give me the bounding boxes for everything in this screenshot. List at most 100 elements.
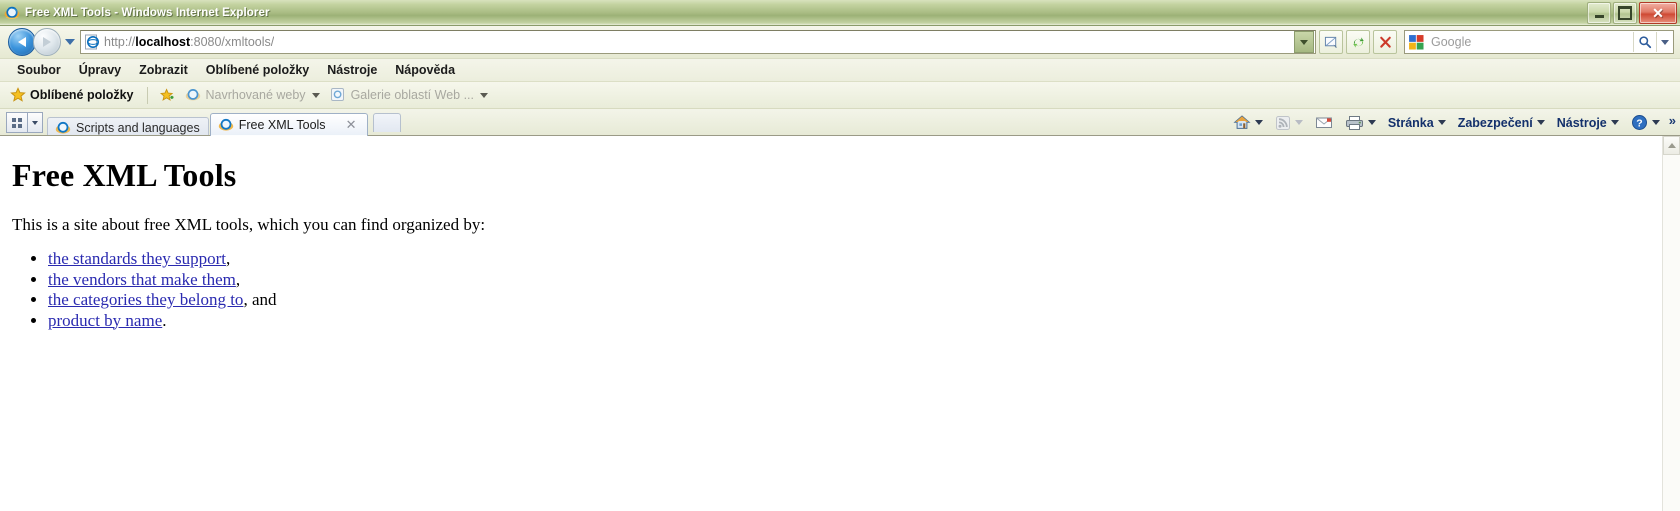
page-content: Free XML Tools This is a site about free…	[0, 136, 1662, 511]
menu-nastroje[interactable]: Nástroje	[318, 61, 386, 79]
favorites-bar: Oblíbené položky Navrhované weby Galerie…	[0, 82, 1680, 109]
ie-logo-icon	[4, 6, 20, 19]
link-product-by-name[interactable]: product by name	[48, 311, 162, 330]
menu-oblibene-polozky[interactable]: Oblíbené položky	[197, 61, 319, 79]
refresh-button[interactable]	[1346, 30, 1370, 54]
list-item-tail: ,	[226, 249, 231, 268]
search-placeholder: Google	[1431, 35, 1472, 49]
back-arrow-icon	[18, 37, 26, 47]
address-input[interactable]: http://localhost:8080/xmltools/	[80, 30, 1316, 54]
quick-tabs-button[interactable]	[6, 112, 27, 133]
chevron-down-icon[interactable]	[1651, 120, 1660, 125]
menu-zobrazit[interactable]: Zobrazit	[130, 61, 197, 79]
favorites-item-label: Navrhované weby	[205, 88, 306, 102]
menu-napoveda[interactable]: Nápověda	[386, 61, 464, 79]
history-dropdown-button[interactable]	[65, 39, 75, 45]
command-label: Zabezpečení	[1457, 115, 1533, 130]
ie-logo-icon	[185, 89, 200, 101]
printer-icon	[1345, 115, 1363, 130]
ie-browser-window: Free XML Tools - Windows Internet Explor…	[0, 0, 1680, 511]
command-zabezpeceni[interactable]: Zabezpečení	[1455, 114, 1548, 132]
minimize-icon	[1594, 15, 1604, 18]
star-icon	[10, 87, 26, 102]
close-icon: ✕	[1652, 5, 1664, 21]
link-vendors[interactable]: the vendors that make them	[48, 270, 236, 289]
compatibility-view-icon	[1324, 36, 1337, 48]
svg-text:?: ?	[1636, 117, 1642, 129]
link-categories[interactable]: the categories they belong to	[48, 290, 243, 309]
tab-bar: Scripts and languages Free XML Tools ✕ S…	[0, 109, 1680, 138]
tab-close-button[interactable]: ✕	[344, 117, 359, 133]
chevron-down-icon	[1437, 120, 1446, 125]
read-mail-button[interactable]	[1312, 113, 1336, 132]
forward-arrow-icon	[43, 37, 51, 47]
favorites-item-web-slice-gallery[interactable]: Galerie oblastí Web ...	[325, 85, 493, 105]
tab-free-xml-tools[interactable]: Free XML Tools ✕	[209, 113, 368, 136]
list-item-tail: , and	[243, 290, 277, 309]
menu-soubor[interactable]: Soubor	[8, 61, 70, 79]
tab-label: Scripts and languages	[76, 121, 200, 135]
stop-button[interactable]	[1373, 30, 1397, 54]
rss-feed-icon	[1275, 115, 1290, 130]
list-item: the vendors that make them,	[48, 270, 1652, 291]
chevron-down-icon[interactable]	[480, 92, 488, 98]
close-button[interactable]: ✕	[1639, 2, 1677, 24]
tab-list-button[interactable]	[27, 112, 43, 133]
chevron-down-icon	[32, 120, 38, 125]
command-stranka[interactable]: Stránka	[1385, 114, 1449, 132]
list-item: product by name.	[48, 311, 1652, 332]
command-label: Stránka	[1387, 115, 1434, 130]
scrollbar-track[interactable]	[1663, 155, 1680, 511]
vertical-scrollbar[interactable]	[1662, 136, 1680, 511]
restore-button[interactable]	[1613, 2, 1637, 24]
forward-button[interactable]	[33, 28, 61, 56]
list-item-tail: ,	[235, 269, 241, 289]
list-item: the standards they support,	[48, 249, 1652, 270]
new-tab-button[interactable]	[372, 113, 401, 132]
ie-logo-icon	[218, 118, 233, 131]
search-input[interactable]: Google	[1404, 30, 1674, 54]
favorites-center-button[interactable]: Oblíbené položky	[8, 85, 140, 105]
window-controls: ✕	[1587, 2, 1677, 24]
page-link-list: the standards they support, the vendors …	[10, 249, 1652, 331]
favorites-label: Oblíbené položky	[30, 88, 134, 102]
help-button[interactable]: ?	[1628, 112, 1663, 133]
restore-icon	[1618, 6, 1632, 20]
page-title: Free XML Tools	[12, 157, 237, 193]
chevron-down-icon[interactable]	[1367, 120, 1376, 125]
print-button[interactable]	[1342, 113, 1379, 133]
command-nastroje[interactable]: Nástroje	[1554, 114, 1622, 132]
list-item: the categories they belong to, and	[48, 290, 1652, 311]
search-provider-dropdown[interactable]	[1656, 32, 1673, 52]
search-icon	[1639, 36, 1652, 49]
search-go-button[interactable]	[1633, 32, 1656, 52]
title-bar: Free XML Tools - Windows Internet Explor…	[0, 0, 1680, 26]
mail-icon	[1315, 117, 1332, 128]
favorites-item-suggested-sites[interactable]: Navrhované weby	[180, 85, 325, 105]
chevron-down-icon[interactable]	[1254, 120, 1263, 125]
command-label: Nástroje	[1556, 115, 1607, 130]
home-button[interactable]	[1230, 112, 1266, 133]
list-item-tail: .	[162, 310, 167, 330]
compatibility-view-button[interactable]	[1319, 30, 1343, 54]
minimize-button[interactable]	[1587, 2, 1611, 24]
favorites-add-button[interactable]	[155, 86, 180, 105]
back-button[interactable]	[8, 28, 36, 56]
feeds-button[interactable]	[1272, 113, 1306, 133]
address-bar-row: http://localhost:8080/xmltools/ Google	[0, 26, 1680, 59]
favorites-item-label: Galerie oblastí Web ...	[350, 88, 474, 102]
web-slice-icon	[330, 88, 344, 101]
add-to-favorites-icon	[159, 87, 173, 101]
command-overflow-button[interactable]: »	[1669, 113, 1676, 128]
chevron-down-icon	[1294, 120, 1303, 125]
menu-upravy[interactable]: Úpravy	[70, 61, 130, 79]
window-title: Free XML Tools - Windows Internet Explor…	[25, 6, 270, 19]
scroll-up-button[interactable]	[1663, 136, 1680, 155]
link-standards[interactable]: the standards they support	[48, 249, 226, 268]
refresh-icon	[1352, 36, 1364, 48]
page-intro-paragraph: This is a site about free XML tools, whi…	[12, 215, 486, 234]
chevron-down-icon[interactable]	[311, 92, 320, 98]
address-dropdown-button[interactable]	[1294, 31, 1314, 53]
menu-bar: Soubor Úpravy Zobrazit Oblíbené položky …	[0, 59, 1680, 82]
chevron-down-icon	[1536, 120, 1545, 125]
